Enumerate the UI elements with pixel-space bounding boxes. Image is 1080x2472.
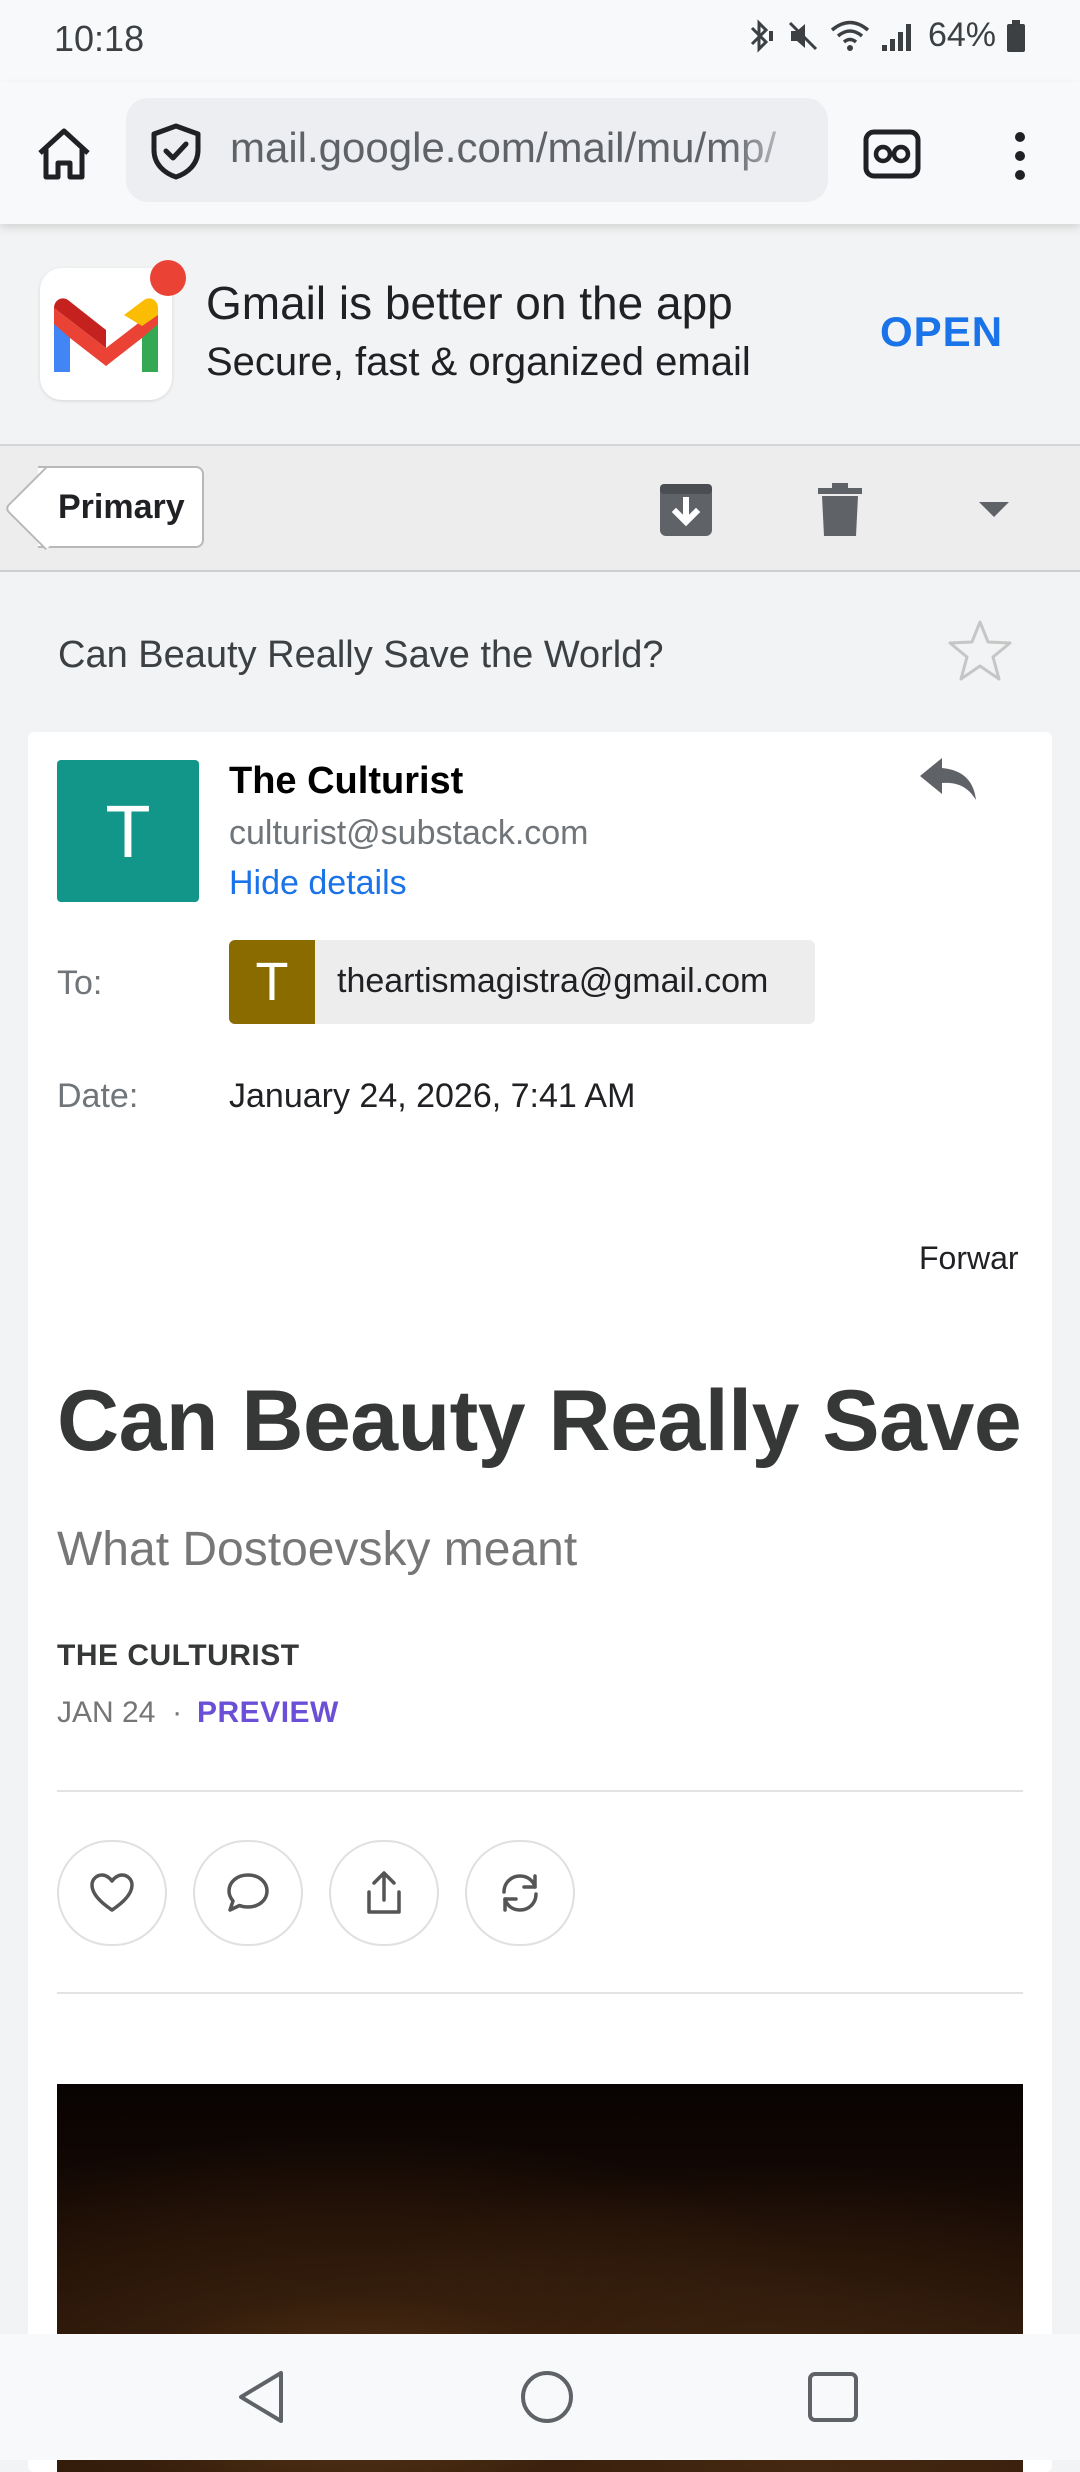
forward-link[interactable]: Forwar (919, 1240, 1019, 1277)
like-button[interactable] (57, 1840, 167, 1946)
meta-separator: ∙ (173, 1696, 182, 1729)
heart-icon (90, 1873, 134, 1912)
email-subject: Can Beauty Really Save the World? (58, 634, 664, 676)
email-toolbar: Primary (0, 444, 1080, 572)
publication-name[interactable]: THE CULTURIST (57, 1639, 300, 1673)
security-shield-icon[interactable] (148, 122, 204, 180)
share-icon (367, 1871, 401, 1914)
incognito-tabs-icon (863, 129, 921, 179)
post-subtitle: What Dostoevsky meant (57, 1523, 578, 1576)
divider (57, 1992, 1023, 1994)
app-promo-banner: Gmail is better on the app Secure, fast … (0, 224, 1080, 444)
caret-down-icon (979, 502, 1009, 517)
battery-percent: 64% (927, 16, 996, 54)
tab-switcher-button[interactable] (856, 120, 928, 188)
delete-button[interactable] (808, 478, 872, 542)
open-app-button[interactable]: OPEN (880, 308, 1003, 356)
more-vert-icon (1015, 132, 1025, 180)
url-text[interactable]: mail.google.com/mail/mu/mp/ (230, 124, 810, 172)
comment-button[interactable] (193, 1840, 303, 1946)
preview-link[interactable]: PREVIEW (197, 1696, 339, 1730)
post-title[interactable]: Can Beauty Really Save (57, 1372, 1022, 1471)
comment-icon (227, 1873, 269, 1912)
battery-icon (1007, 19, 1025, 52)
recipient-avatar: T (229, 940, 315, 1024)
promo-subtitle: Secure, fast & organized email (206, 340, 751, 384)
reply-icon[interactable] (918, 754, 978, 804)
home-circle-icon (521, 2371, 573, 2423)
sender-email: culturist@substack.com (229, 814, 589, 852)
system-navigation-bar (0, 2334, 1080, 2460)
recents-square-icon (808, 2372, 858, 2422)
wifi-icon (830, 20, 870, 51)
sender-avatar: T (57, 760, 199, 902)
restack-button[interactable] (465, 1840, 575, 1946)
back-triangle-icon (239, 2371, 283, 2423)
date-label: Date: (57, 1077, 139, 1115)
home-button[interactable] (28, 118, 100, 190)
archive-icon (660, 484, 712, 536)
star-icon[interactable] (946, 618, 1014, 684)
notification-dot (150, 260, 186, 296)
browser-toolbar: mail.google.com/mail/mu/mp/ (0, 82, 1080, 224)
more-actions-dropdown[interactable] (962, 478, 1026, 542)
nav-back-button[interactable] (226, 2362, 296, 2432)
subject-row: Can Beauty Really Save the World? (0, 574, 1080, 730)
sender-name: The Culturist (229, 760, 464, 802)
address-bar[interactable]: mail.google.com/mail/mu/mp/ (126, 98, 828, 202)
status-icons: 64% (746, 16, 1026, 55)
share-button[interactable] (329, 1840, 439, 1946)
email-card: T The Culturist culturist@substack.com H… (28, 732, 1052, 2472)
recipient-email: theartismagistra@gmail.com (337, 962, 769, 1000)
date-value: January 24, 2026, 7:41 AM (229, 1077, 636, 1115)
bluetooth-icon (750, 18, 773, 53)
recipient-chip[interactable]: T theartismagistra@gmail.com (229, 940, 815, 1024)
divider (57, 1790, 1023, 1792)
nav-recents-button[interactable] (798, 2362, 868, 2432)
back-button-label: Primary (58, 487, 185, 526)
trash-icon (818, 483, 862, 536)
to-label: To: (57, 964, 103, 1002)
status-time: 10:18 (54, 18, 145, 59)
status-bar: 10:18 64% (0, 0, 1080, 82)
promo-title: Gmail is better on the app (206, 277, 733, 329)
signal-icon (881, 23, 911, 51)
more-menu-button[interactable] (990, 116, 1050, 196)
home-icon (38, 128, 90, 180)
mute-icon (788, 21, 817, 50)
archive-button[interactable] (654, 478, 718, 542)
nav-home-button[interactable] (512, 2362, 582, 2432)
hide-details-link[interactable]: Hide details (229, 864, 407, 903)
back-to-primary-button[interactable]: Primary (38, 466, 204, 548)
post-date: JAN 24 (57, 1696, 156, 1729)
restack-icon (502, 1874, 538, 1912)
